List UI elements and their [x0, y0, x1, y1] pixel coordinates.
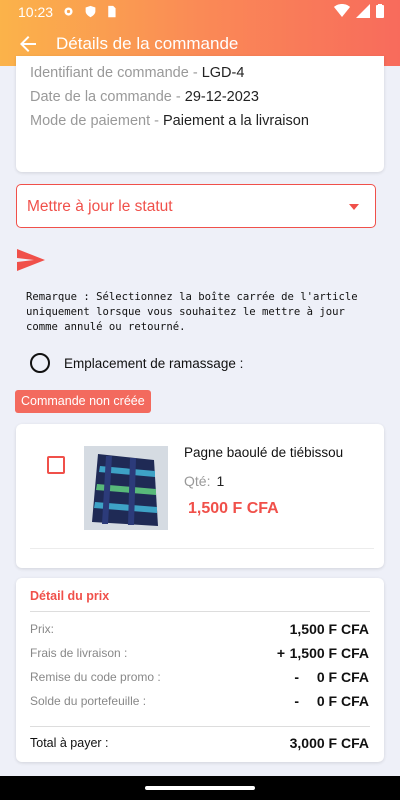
send-icon[interactable]	[16, 248, 46, 272]
order-id-label: Identifiant de commande -	[30, 65, 202, 81]
sim-card-icon	[108, 5, 116, 18]
price-row-label: Frais de livraison :	[30, 646, 128, 660]
product-image	[84, 446, 168, 530]
status-time: 10:23	[18, 4, 54, 20]
order-id-value: LGD-4	[201, 65, 245, 81]
system-nav-bar	[0, 776, 400, 800]
price-row-delivery: Frais de livraison : + 1,500 F CFA	[30, 645, 369, 664]
price-row-sign: +	[276, 645, 285, 661]
wifi-icon	[334, 4, 350, 17]
battery-icon	[376, 4, 384, 18]
payment-mode-row: Mode de paiement - Paiement a la livrais…	[30, 113, 309, 129]
pickup-location-label: Emplacement de ramassage :	[64, 356, 244, 371]
price-row-subtotal: Prix: 1,500 F CFA	[30, 621, 369, 640]
payment-mode-label: Mode de paiement -	[30, 113, 163, 129]
divider	[30, 548, 374, 549]
price-row-label: Prix:	[30, 622, 54, 636]
price-row-value: 0 F CFA	[316, 693, 369, 709]
back-arrow-icon[interactable]	[16, 32, 40, 56]
order-status-badge: Commande non créée	[15, 390, 151, 413]
remark-text: Remarque : Sélectionnez la boîte carrée …	[26, 291, 358, 333]
status-bar: 10:23	[0, 0, 400, 24]
caret-down-icon	[349, 204, 359, 210]
order-date-value: 29-12-2023	[184, 89, 259, 105]
update-status-label: Mettre à jour le statut	[27, 198, 173, 215]
order-info-card: Identifiant de commande - LGD-4 Date de …	[16, 56, 384, 172]
payment-mode-value: Paiement a la livraison	[163, 113, 309, 129]
price-row-label: Remise du code promo :	[30, 670, 161, 684]
price-row-wallet: Solde du portefeuille : - 0 F CFA	[30, 693, 369, 712]
total-label: Total à payer :	[30, 736, 109, 750]
home-gesture-handle[interactable]	[145, 786, 255, 790]
price-row-value: 1,500 F CFA	[289, 645, 369, 661]
item-quantity: Qté: 1	[184, 473, 224, 489]
divider	[30, 611, 370, 612]
order-id-row: Identifiant de commande - LGD-4	[30, 65, 244, 81]
signal-icon	[356, 4, 370, 18]
item-select-checkbox[interactable]	[47, 456, 65, 474]
price-row-label: Solde du portefeuille :	[30, 694, 147, 708]
item-name: Pagne baoulé de tiébissou	[184, 445, 344, 460]
order-item-card: Pagne baoulé de tiébissou Qté: 1 1,500 F …	[16, 424, 384, 568]
price-row-promo: Remise du code promo : - 0 F CFA	[30, 669, 369, 688]
price-detail-title: Détail du prix	[30, 589, 110, 603]
price-row-value: 0 F CFA	[316, 669, 369, 685]
pickup-location-radio[interactable]	[30, 353, 50, 373]
order-date-label: Date de la commande -	[30, 89, 185, 105]
order-date-row: Date de la commande - 29-12-2023	[30, 89, 259, 105]
price-row-value: 1,500 F CFA	[289, 621, 369, 637]
quantity-label: Qté:	[184, 473, 211, 489]
update-status-dropdown[interactable]: Mettre à jour le statut	[16, 184, 376, 228]
price-row-sign: -	[294, 693, 299, 709]
item-price: 1,500 F CFA	[188, 500, 279, 517]
shield-icon	[85, 5, 96, 18]
gear-icon	[64, 7, 73, 16]
price-row-total: Total à payer : 3,000 F CFA	[30, 735, 369, 754]
page-title: Détails de la commande	[56, 34, 239, 53]
total-value: 3,000 F CFA	[289, 735, 369, 751]
price-row-sign: -	[294, 669, 299, 685]
price-detail-card: Détail du prix Prix: 1,500 F CFA Frais d…	[16, 578, 384, 762]
quantity-value: 1	[216, 473, 225, 489]
divider	[30, 726, 370, 727]
